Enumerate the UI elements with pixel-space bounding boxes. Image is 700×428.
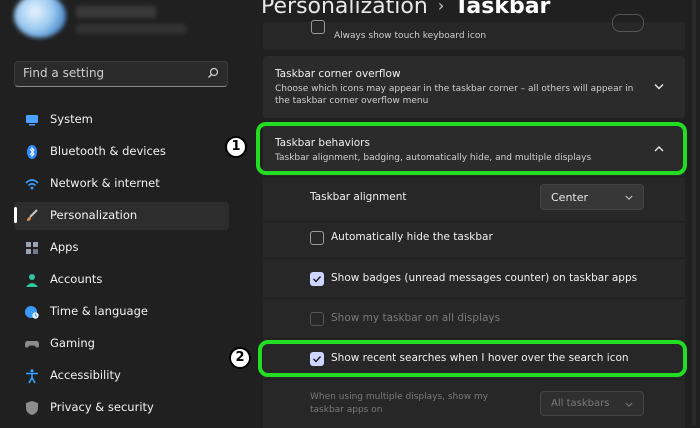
dropdown-value: All taskbars <box>551 398 610 409</box>
breadcrumb-section[interactable]: Personalization <box>261 0 428 19</box>
chevron-down-icon <box>625 402 633 407</box>
profile-email-blurred <box>76 24 186 34</box>
accessibility-icon <box>26 369 38 384</box>
breadcrumb: Personalization › Taskbar <box>261 0 550 19</box>
sidebar-item-privacy[interactable]: Privacy & security <box>14 394 229 422</box>
multi-display-dropdown[interactable]: All taskbars <box>540 391 644 416</box>
step-badge-1: 1 <box>225 136 247 158</box>
sidebar-item-label: Privacy & security <box>50 400 154 414</box>
auto-hide-checkbox[interactable] <box>310 231 324 245</box>
shield-icon <box>26 401 38 415</box>
system-icon <box>26 115 38 126</box>
divider <box>263 258 685 259</box>
breadcrumb-separator: › <box>437 0 445 15</box>
sidebar-item-label: Accessibility <box>50 368 121 382</box>
step-badge-2: 2 <box>229 347 251 369</box>
divider <box>263 221 685 222</box>
multi-display-label-line1: When using multiple displays, show my <box>310 392 489 402</box>
touch-keyboard-toggle[interactable] <box>612 14 644 32</box>
sidebar-item-label: System <box>50 112 93 126</box>
sidebar-item-label: Bluetooth & devices <box>50 144 166 158</box>
sidebar-item-label: Network & internet <box>50 176 160 190</box>
sidebar-item-label: Accounts <box>50 272 103 286</box>
divider <box>263 379 685 380</box>
chevron-down-icon[interactable] <box>654 83 664 91</box>
search-placeholder: Find a setting <box>23 66 105 80</box>
bluetooth-icon <box>27 145 37 159</box>
active-indicator <box>14 207 17 223</box>
sidebar-item-label: Time & language <box>50 304 148 318</box>
sidebar-item-accounts[interactable]: Accounts <box>14 266 229 294</box>
search-icon[interactable] <box>207 67 219 79</box>
corner-overflow-title: Taskbar corner overflow <box>275 68 401 80</box>
badges-checkbox[interactable] <box>310 272 324 286</box>
taskbar-alignment-dropdown[interactable]: Center <box>540 184 644 210</box>
divider <box>263 298 685 299</box>
auto-hide-label: Automatically hide the taskbar <box>331 231 493 243</box>
multi-display-label-line2: taskbar apps on <box>310 405 383 415</box>
taskbar-alignment-label: Taskbar alignment <box>310 191 407 203</box>
accounts-icon <box>26 274 38 287</box>
divider <box>263 338 685 339</box>
wifi-icon <box>25 179 39 190</box>
touch-keyboard-checkbox[interactable] <box>311 20 325 34</box>
sidebar-item-time-language[interactable]: Time & language <box>14 298 229 326</box>
brush-icon <box>27 209 38 221</box>
sidebar-item-apps[interactable]: Apps <box>14 234 229 262</box>
sidebar-item-accessibility[interactable]: Accessibility <box>14 362 229 390</box>
sidebar-item-gaming[interactable]: Gaming <box>14 330 229 358</box>
all-displays-checkbox[interactable] <box>310 312 324 326</box>
globe-clock-icon <box>25 306 39 319</box>
profile-avatar[interactable] <box>14 0 66 38</box>
sidebar-item-label: Gaming <box>50 336 95 350</box>
gamepad-icon <box>25 341 39 348</box>
touch-keyboard-row: Always show touch keyboard icon <box>263 14 685 50</box>
chevron-down-icon <box>625 195 633 200</box>
sidebar-item-label: Personalization <box>50 208 138 222</box>
touch-keyboard-label: Always show touch keyboard icon <box>334 31 487 41</box>
apps-icon <box>26 242 38 254</box>
sidebar-item-personalization[interactable]: Personalization <box>14 202 229 230</box>
corner-overflow-desc: Choose which icons may appear in the tas… <box>275 84 634 106</box>
sidebar-item-network[interactable]: Network & internet <box>14 170 229 198</box>
highlight-taskbar-behaviors <box>256 122 687 175</box>
scrollbar[interactable] <box>692 0 696 425</box>
sidebar-item-bluetooth[interactable]: Bluetooth & devices <box>14 138 229 166</box>
dropdown-value: Center <box>551 191 589 204</box>
highlight-recent-searches <box>258 340 687 377</box>
badges-label: Show badges (unread messages counter) on… <box>331 272 638 284</box>
profile-name-blurred <box>76 6 156 18</box>
corner-overflow-card[interactable]: Taskbar corner overflow Choose which ico… <box>263 56 685 118</box>
sidebar-item-system[interactable]: System <box>14 106 229 134</box>
sidebar-item-label: Apps <box>50 240 79 254</box>
checkmark-icon <box>313 276 322 283</box>
all-displays-label: Show my taskbar on all displays <box>331 312 501 324</box>
page-title: Taskbar <box>454 0 551 19</box>
